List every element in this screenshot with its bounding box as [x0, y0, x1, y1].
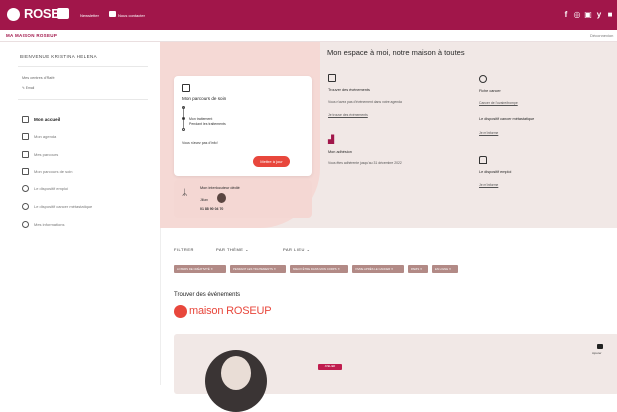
briefcase-icon	[479, 156, 487, 164]
timeline-dot	[182, 117, 185, 120]
find-events-link[interactable]: Je trouve des événements	[328, 113, 368, 117]
contact-name: Jilian	[200, 198, 208, 202]
timeline-dot	[182, 128, 185, 131]
sidebar-item-label: Mon accueil	[34, 117, 61, 122]
linkedin-icon[interactable]: ▣	[584, 10, 592, 19]
metastatic-link[interactable]: Je m'informe	[479, 131, 498, 135]
care-path-title: Mon parcours de soin	[182, 96, 227, 101]
filter-chip[interactable]: PARIS ✕	[408, 265, 428, 273]
logout-link[interactable]: Déconnexion	[590, 33, 613, 38]
contact-icon	[109, 11, 116, 17]
contact-title: Mon interlocuteur dédié	[200, 186, 240, 190]
event-photo	[205, 350, 267, 412]
instagram-icon[interactable]: ◎	[573, 10, 581, 19]
calendar-icon	[328, 74, 336, 82]
home-icon	[22, 116, 29, 123]
add-to-agenda-label[interactable]: Ajouter	[592, 351, 602, 355]
sidebar	[0, 42, 161, 385]
ribbon-icon	[22, 203, 29, 210]
place-filter-label: PAR LIEU	[283, 247, 305, 252]
theme-filter-dropdown[interactable]: PAR THÈME ⌄	[216, 247, 249, 252]
logo-badge-icon	[57, 8, 69, 19]
facebook-icon[interactable]: f	[562, 10, 570, 19]
calendar-icon	[22, 133, 29, 140]
divider	[18, 66, 148, 67]
sidebar-item-label: Le dispositif cancer métastatique	[34, 204, 93, 209]
youtube-icon[interactable]: ■	[606, 10, 614, 19]
care-step: Pendant les traitements	[189, 122, 226, 126]
twitter-icon[interactable]: y	[595, 10, 603, 19]
sidebar-item-label: Mes informations	[34, 222, 65, 227]
care-step: Mon traitement	[189, 117, 213, 121]
route-icon	[22, 151, 29, 158]
care-path-icon	[182, 84, 190, 92]
ribbon-icon	[479, 75, 487, 83]
theme-filter-label: PAR THÈME	[216, 247, 244, 252]
briefcase-icon	[22, 185, 29, 192]
chevron-down-icon: ⌄	[245, 247, 249, 252]
filter-chip[interactable]: LOISIRS DE CRÉATIVITÉ ✕	[174, 265, 226, 273]
avatar	[217, 193, 226, 203]
gear-icon	[22, 221, 29, 228]
filter-chip[interactable]: VIVRE APRÈS LE CANCER ✕	[352, 265, 404, 273]
sidebar-item-label: Le dispositif emploi	[34, 186, 69, 191]
membership-title: Mon adhésion	[328, 150, 352, 154]
employment-title: Le dispositif emploi	[479, 170, 512, 174]
care-icon	[22, 168, 29, 175]
filter-label: FILTRER	[174, 247, 194, 252]
welcome-text: BIENVENUE KRISTINA HELENA	[20, 54, 98, 59]
breadcrumb	[0, 30, 617, 42]
account-line: Mes centres d'Rafé	[22, 76, 55, 80]
maison-roseup-logo-icon	[174, 305, 187, 318]
divider	[18, 99, 148, 100]
metastatic-title: Le dispositif cancer métastatique	[479, 117, 535, 121]
cancer-type-link[interactable]: Cancer de l'ovaire/trompe	[479, 101, 518, 105]
nav-newsletter-link[interactable]: Newsletter	[80, 13, 99, 18]
email-line[interactable]: ✎ Email	[22, 86, 34, 90]
filter-chip[interactable]: PENDANT LES TRAITEMENTS ✕	[230, 265, 286, 273]
nav-contact-link[interactable]: Nous contacter	[118, 13, 145, 18]
menu-icon[interactable]	[7, 8, 20, 21]
filter-chip[interactable]: EN LIGNE ✕	[432, 265, 458, 273]
contact-phone[interactable]: 01 88 90 04 70	[200, 207, 223, 211]
timeline-dot	[182, 106, 185, 109]
cancer-sheet-title: Fiche cancer	[479, 89, 501, 93]
events-text: Vous n'avez pas d'événement dans votre a…	[328, 100, 402, 104]
sidebar-item-label: Mes parcours	[34, 152, 59, 157]
person-icon: ᛦ	[182, 187, 188, 197]
update-button[interactable]: Mettre à jour	[253, 156, 290, 167]
hero-title: Mon espace à moi, notre maison à toutes	[327, 48, 465, 57]
page-title: MA MAISON ROSEUP	[6, 33, 58, 38]
events-title: Trouver des événements	[328, 88, 370, 92]
maison-roseup-logo: maison ROSEUP	[189, 305, 272, 317]
events-section-title: Trouver des événements	[174, 292, 241, 298]
calendar-add-icon[interactable]	[597, 344, 603, 349]
event-type-badge: ATELIER	[318, 364, 342, 370]
contact-card	[174, 180, 312, 218]
document-icon: ▟	[328, 135, 335, 144]
sidebar-item-label: Mon agenda	[34, 134, 57, 139]
care-note: Vous n'avez pas d'info!	[182, 141, 218, 145]
membership-text: Vous êtes adhérente jusqu'au 31 décembre…	[328, 161, 402, 165]
brand-logo[interactable]: ROSE	[24, 6, 60, 21]
filter-chip[interactable]: MIEUX ÊTRE DANS MON CORPS ✕	[290, 265, 348, 273]
employment-link[interactable]: Je m'informe	[479, 183, 498, 187]
sidebar-item-label: Mon parcours de soin	[34, 169, 73, 174]
place-filter-dropdown[interactable]: PAR LIEU ⌄	[283, 247, 310, 252]
care-path-card	[174, 76, 312, 176]
chevron-down-icon: ⌄	[306, 247, 311, 252]
